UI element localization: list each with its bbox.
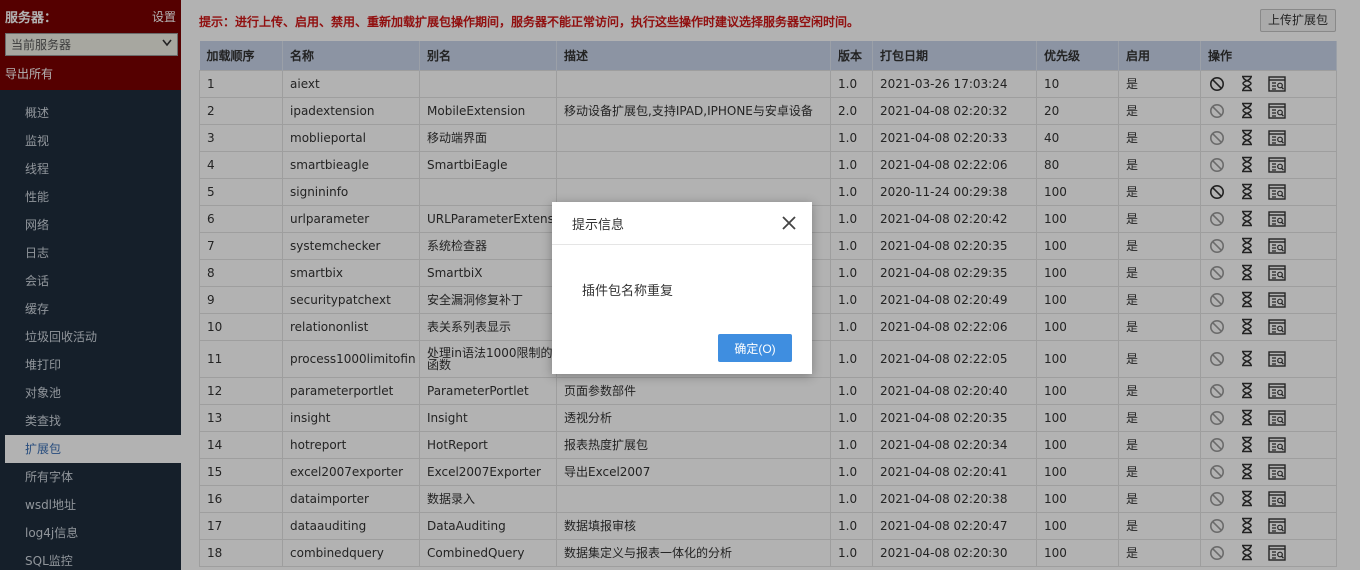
dialog-title: 提示信息 [572,217,625,233]
close-icon[interactable] [782,216,796,230]
ok-button[interactable]: 确定(O) [718,334,792,362]
dialog-footer: 确定(O) [718,334,792,362]
message-dialog: 提示信息 插件包名称重复 确定(O) [552,202,812,374]
dialog-header: 提示信息 [552,202,812,245]
dialog-message: 插件包名称重复 [582,284,674,299]
